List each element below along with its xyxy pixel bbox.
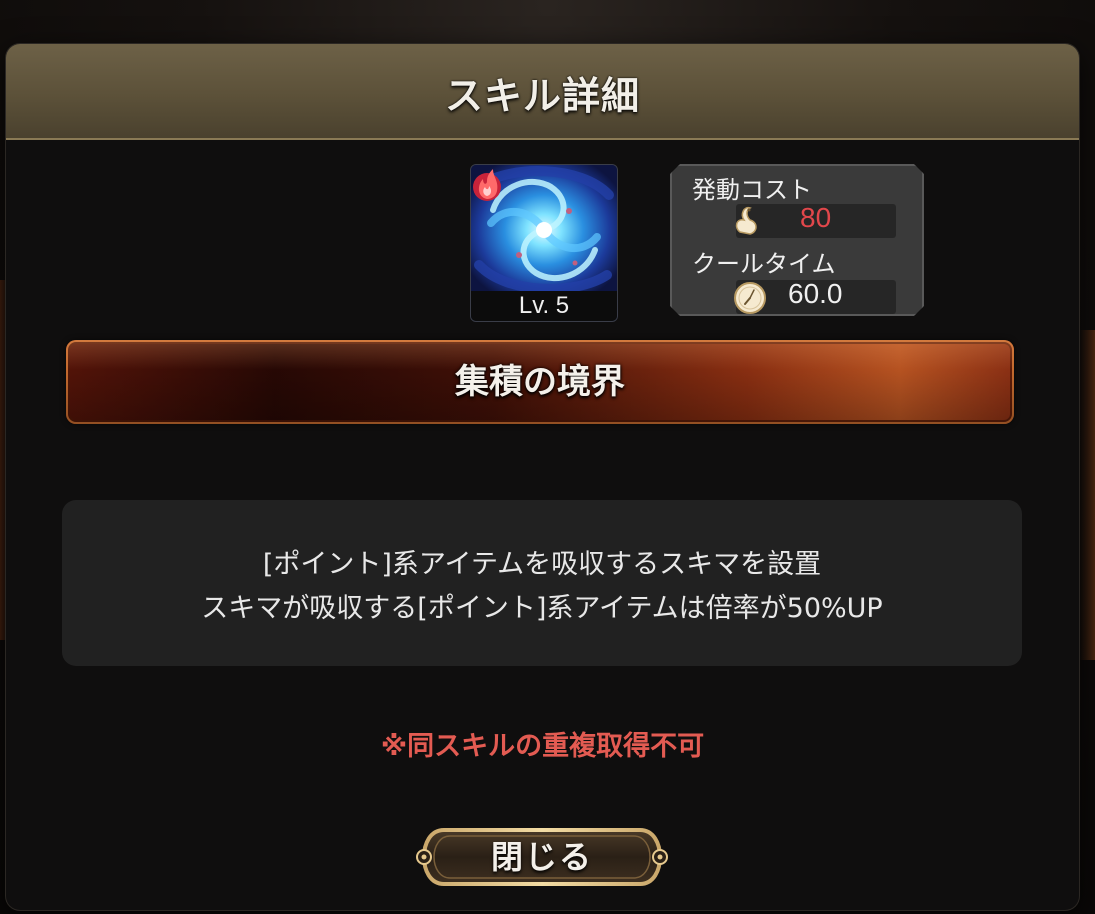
dialog-header: スキル詳細 [6,44,1079,140]
skill-level: Lv. 5 [471,291,617,321]
description-line-2: スキマが吸収する[ポイント]系アイテムは倍率が50%UP [201,593,883,624]
clock-icon [734,282,766,314]
fire-icon [473,169,501,201]
background-glow-right [1079,330,1095,660]
skill-stats-box: 発動コスト 80 クールタイム 60.0 [670,164,924,316]
cooltime-value: 60.0 [788,278,843,309]
skill-detail-dialog: スキル詳細 Lv. 5 発動コスト 80 クールタイム 60.0 集積の境界 [… [6,44,1079,910]
duplicate-warning: ※同スキルの重複取得不可 [380,731,705,762]
skill-name: 集積の境界 [455,362,625,402]
description-line-1: [ポイント]系アイテムを吸収するスキマを設置 [262,549,822,580]
close-button[interactable]: 閉じる [414,824,670,890]
cooltime-label: クールタイム [692,250,836,278]
skill-description-box: [ポイント]系アイテムを吸収するスキマを設置 スキマが吸収する[ポイント]系アイ… [62,500,1022,666]
close-button-label: 閉じる [490,838,593,876]
cost-value: 80 [800,202,832,233]
swan-icon [735,206,757,235]
dialog-title: スキル詳細 [444,74,640,118]
cost-label: 発動コスト [692,176,812,204]
skill-icon: Lv. 5 [470,164,618,322]
